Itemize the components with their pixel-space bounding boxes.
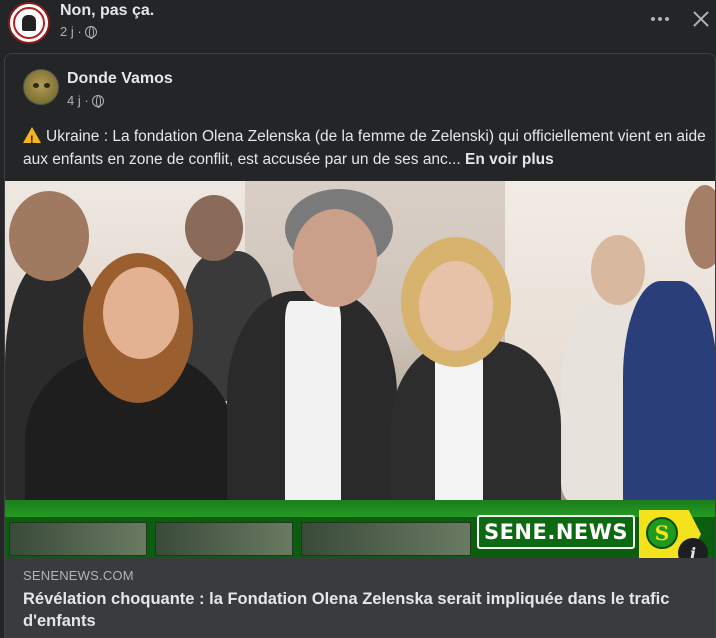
shirt <box>285 301 341 501</box>
person-face <box>293 209 377 307</box>
avatar-figure <box>22 15 36 31</box>
original-meta: 4 j · <box>67 93 104 108</box>
dot-icon <box>651 17 655 21</box>
close-icon[interactable] <box>690 8 712 30</box>
person-head <box>9 191 89 281</box>
sene-news-label: SENE.NEWS <box>477 515 635 549</box>
link-preview[interactable]: SENENEWS.COM Révélation choquante : la F… <box>5 558 715 637</box>
banner-thumbnail <box>9 522 147 556</box>
banner-thumbnail <box>301 522 471 556</box>
dot-icon <box>658 17 662 21</box>
shirt <box>435 347 483 507</box>
page-avatar[interactable] <box>8 2 50 44</box>
shared-post: Non, pas ça. 2 j · Donde Vamos 4 j · Ukr… <box>0 0 716 638</box>
post-text: Ukraine : La fondation Olena Zelenska (d… <box>23 125 713 171</box>
link-domain: SENENEWS.COM <box>23 568 134 583</box>
more-options-button[interactable] <box>648 10 672 28</box>
globe-icon <box>84 25 97 39</box>
person-head <box>185 195 243 261</box>
sharer-meta: 2 j · <box>60 24 97 39</box>
sharer-name[interactable]: Non, pas ça. <box>60 2 154 20</box>
person-face <box>103 267 179 359</box>
globe-icon <box>91 94 104 108</box>
original-author-avatar[interactable] <box>23 69 59 105</box>
link-headline[interactable]: Révélation choquante : la Fondation Olen… <box>23 588 693 632</box>
post-body: Ukraine : La fondation Olena Zelenska (d… <box>23 128 706 168</box>
sene-logo-letter: S <box>646 517 678 549</box>
person-face <box>419 261 493 351</box>
person-background <box>623 281 715 521</box>
share-time[interactable]: 2 j · <box>60 24 82 39</box>
post-image[interactable]: SENE.NEWS S <box>5 181 715 558</box>
original-time[interactable]: 4 j · <box>67 93 89 108</box>
original-author-name[interactable]: Donde Vamos <box>67 70 173 88</box>
avatar-eye <box>44 83 50 88</box>
banner-thumbnail <box>155 522 293 556</box>
avatar-eye <box>33 83 39 88</box>
see-more-link[interactable]: En voir plus <box>465 151 554 168</box>
warning-icon <box>23 127 41 152</box>
person-head <box>591 235 645 305</box>
dot-icon <box>665 17 669 21</box>
sene-news-text: SENE.NEWS <box>483 520 629 544</box>
original-post-card: Donde Vamos 4 j · Ukraine : La fondation… <box>4 53 716 638</box>
